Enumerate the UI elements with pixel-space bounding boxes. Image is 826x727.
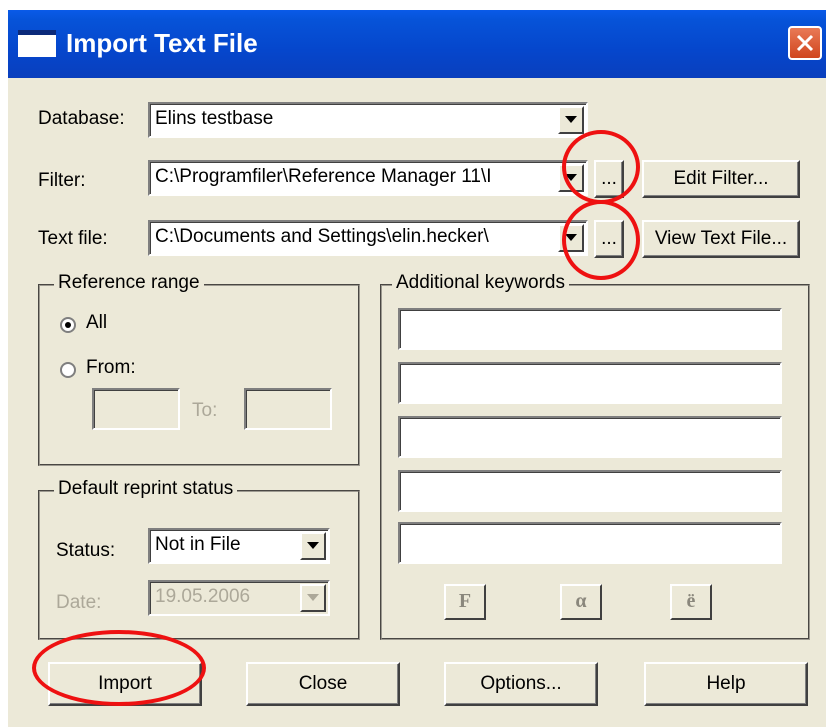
options-button[interactable]: Options...: [444, 662, 598, 706]
range-to-input[interactable]: [244, 388, 332, 430]
text-file-dropdown-button[interactable]: [558, 224, 584, 252]
range-from-radio[interactable]: [60, 362, 76, 378]
reprint-status-title: Default reprint status: [54, 478, 238, 500]
date-value: 19.05.2006: [155, 586, 251, 607]
status-combo[interactable]: Not in File: [148, 528, 330, 564]
status-dropdown-button[interactable]: [300, 532, 326, 560]
chevron-down-icon: [565, 174, 577, 181]
database-label: Database:: [38, 108, 125, 129]
close-window-button[interactable]: [788, 26, 822, 60]
filter-dropdown-button[interactable]: [558, 164, 584, 192]
close-icon: [796, 34, 814, 52]
reprint-status-group: [38, 490, 360, 640]
radio-selected-dot: [65, 322, 71, 328]
keyword-input-3[interactable]: [398, 416, 782, 458]
keyword-input-4[interactable]: [398, 470, 782, 512]
keyword-input-1[interactable]: [398, 308, 782, 350]
status-value: Not in File: [155, 534, 241, 555]
date-label: Date:: [56, 592, 102, 613]
filter-label: Filter:: [38, 170, 86, 191]
title-bar[interactable]: Import Text File: [8, 10, 826, 78]
keyword-input-2[interactable]: [398, 362, 782, 404]
close-button[interactable]: Close: [246, 662, 400, 706]
filter-value: C:\Programfiler\Reference Manager 11\I: [155, 166, 492, 187]
additional-keywords-title: Additional keywords: [392, 272, 569, 294]
filter-combo[interactable]: C:\Programfiler\Reference Manager 11\I: [148, 160, 588, 196]
text-file-label: Text file:: [38, 228, 108, 249]
range-from-input[interactable]: [92, 388, 180, 430]
text-file-browse-button[interactable]: ...: [594, 220, 624, 258]
symbol-button-alpha[interactable]: α: [560, 584, 602, 620]
database-value: Elins testbase: [155, 108, 274, 129]
symbol-button-e-umlaut[interactable]: ë: [670, 584, 712, 620]
keyword-input-5[interactable]: [398, 522, 782, 564]
text-file-value: C:\Documents and Settings\elin.hecker\: [155, 226, 489, 247]
reference-range-title: Reference range: [54, 272, 204, 294]
database-dropdown-button[interactable]: [558, 106, 584, 134]
help-button[interactable]: Help: [644, 662, 808, 706]
chevron-down-icon: [307, 594, 319, 601]
database-combo[interactable]: Elins testbase: [148, 102, 588, 138]
edit-filter-button[interactable]: Edit Filter...: [642, 160, 800, 198]
import-text-file-dialog: Import Text File Database: Elins testbas…: [8, 10, 826, 727]
range-all-radio[interactable]: [60, 317, 76, 333]
window-title: Import Text File: [66, 28, 258, 58]
filter-browse-button[interactable]: ...: [594, 160, 624, 198]
import-button[interactable]: Import: [48, 662, 202, 706]
range-to-label: To:: [192, 400, 218, 421]
window-icon: [18, 30, 56, 57]
date-combo[interactable]: 19.05.2006: [148, 580, 330, 616]
chevron-down-icon: [307, 542, 319, 549]
symbol-button-f[interactable]: F: [444, 584, 486, 620]
range-all-label: All: [86, 312, 108, 333]
chevron-down-icon: [565, 234, 577, 241]
range-from-label: From:: [86, 357, 136, 378]
text-file-combo[interactable]: C:\Documents and Settings\elin.hecker\: [148, 220, 588, 256]
chevron-down-icon: [565, 116, 577, 123]
view-text-file-button[interactable]: View Text File...: [642, 220, 800, 258]
date-dropdown-button[interactable]: [300, 584, 326, 612]
status-label: Status:: [56, 540, 116, 561]
